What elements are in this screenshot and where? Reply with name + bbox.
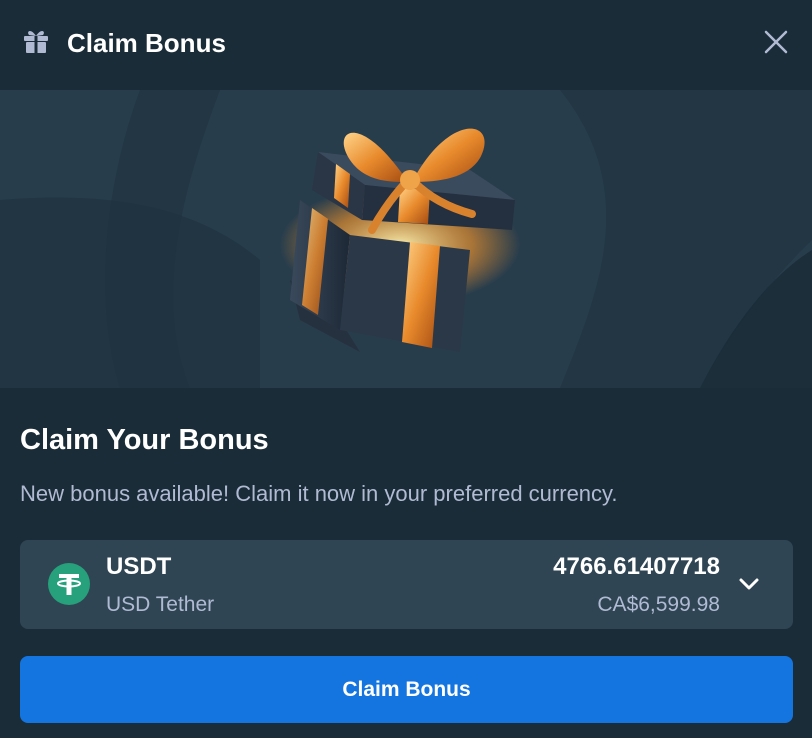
gift-icon (24, 30, 48, 53)
bonus-banner (0, 90, 812, 388)
modal-title: Claim Bonus (67, 28, 226, 58)
claim-bonus-modal: Claim Bonus Claim Your Bonus New bonus a… (0, 0, 812, 738)
currency-selector[interactable]: USDT USD Tether 4766.61407718 CA$6,599.9… (20, 540, 793, 629)
currency-name: USD Tether (106, 593, 215, 616)
close-icon[interactable] (758, 24, 794, 60)
currency-fiat-value: CA$6,599.98 (597, 593, 720, 616)
currency-amount: 4766.61407718 (553, 553, 720, 580)
currency-code: USDT (106, 553, 172, 580)
claim-bonus-button[interactable]: Claim Bonus (20, 656, 793, 723)
chevron-down-icon[interactable] (736, 574, 762, 594)
claim-your-bonus-heading: Claim Your Bonus (20, 424, 269, 456)
bonus-description: New bonus available! Claim it now in you… (20, 481, 618, 506)
modal-header: Claim Bonus (0, 0, 812, 88)
gift-box-illustration (0, 90, 812, 388)
tether-icon (48, 563, 90, 605)
